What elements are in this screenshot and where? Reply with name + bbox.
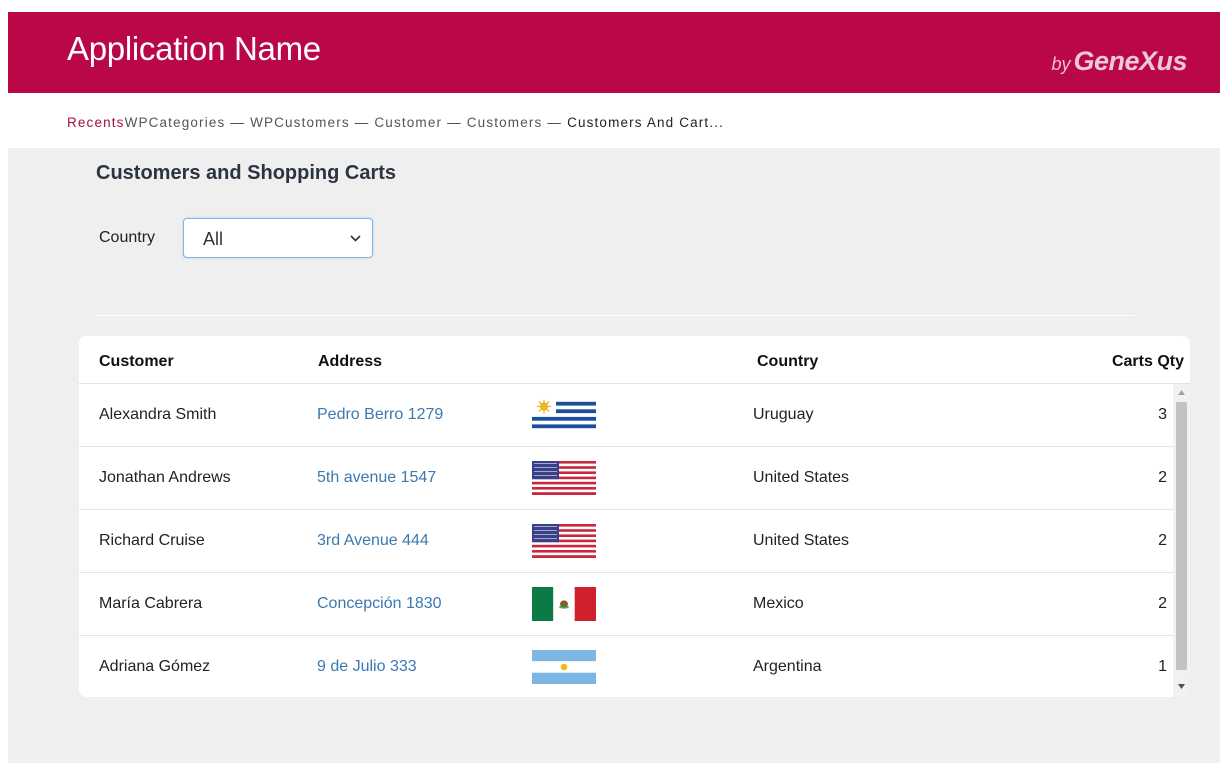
column-header-country[interactable]: Country bbox=[757, 353, 818, 371]
customer-address-link[interactable]: Pedro Berro 1279 bbox=[317, 406, 443, 424]
page-title: Customers and Shopping Carts bbox=[96, 162, 397, 184]
scrollbar-thumb[interactable] bbox=[1176, 402, 1187, 670]
recent-item-customers[interactable]: Customers bbox=[467, 115, 543, 130]
carts-qty: 2 bbox=[1158, 532, 1167, 549]
carts-qty: 3 bbox=[1158, 406, 1167, 423]
breadcrumb-separator: — bbox=[354, 115, 370, 130]
customer-name: Jonathan Andrews bbox=[99, 469, 231, 486]
table-row[interactable]: Adriana Gómez 9 de Julio 333 Argentina 1 bbox=[79, 636, 1173, 697]
brand-by: by bbox=[1051, 54, 1071, 74]
country-select[interactable]: All bbox=[183, 218, 373, 258]
recent-item-customers-and-carts[interactable]: Customers And Cart... bbox=[567, 115, 724, 130]
recents-label: Recents bbox=[67, 115, 125, 130]
breadcrumb-separator: — bbox=[447, 115, 462, 130]
country-filter-label: Country bbox=[99, 229, 156, 246]
customer-country: Argentina bbox=[753, 658, 822, 675]
table-row[interactable]: Alexandra Smith Pedro Berro 1279 Uruguay… bbox=[79, 384, 1173, 447]
carts-qty: 1 bbox=[1158, 658, 1167, 675]
column-header-carts-qty[interactable]: Carts Qty bbox=[1112, 353, 1184, 371]
genexus-logo: by GeneXus bbox=[1051, 46, 1187, 77]
recents-breadcrumb: RecentsWPCategories — WPCustomers — Customer… bbox=[67, 115, 724, 130]
page: Application Name by GeneXus RecentsWPCate… bbox=[8, 12, 1220, 763]
table-row[interactable]: Richard Cruise 3rd Avenue 444 United Sta… bbox=[79, 510, 1173, 573]
grid-header: Customer Address Country Carts Qty bbox=[79, 336, 1190, 384]
breadcrumb-separator: — bbox=[547, 115, 563, 130]
customer-country: Mexico bbox=[753, 595, 804, 612]
customer-name: Richard Cruise bbox=[99, 532, 205, 549]
carts-qty: 2 bbox=[1158, 595, 1167, 612]
mexico-flag-icon bbox=[532, 587, 596, 621]
carts-qty: 2 bbox=[1158, 469, 1167, 486]
grid-rows: Alexandra Smith Pedro Berro 1279 Uruguay… bbox=[79, 384, 1190, 697]
recent-item-wpcustomers[interactable]: WPCustomers bbox=[250, 115, 350, 130]
argentina-flag-icon bbox=[532, 650, 596, 684]
customer-country: Uruguay bbox=[753, 406, 814, 423]
country-select-value: All bbox=[203, 229, 224, 249]
customer-address-link[interactable]: 3rd Avenue 444 bbox=[317, 532, 429, 550]
table-row[interactable]: María Cabrera Concepción 1830 Mexico 2 bbox=[79, 573, 1173, 636]
usa-flag-icon bbox=[532, 461, 596, 495]
customer-address-link[interactable]: Concepción 1830 bbox=[317, 595, 442, 613]
app-name[interactable]: Application Name bbox=[67, 30, 321, 68]
app-header: Application Name by GeneXus bbox=[8, 12, 1220, 93]
customer-name: Alexandra Smith bbox=[99, 406, 217, 423]
breadcrumb-separator: — bbox=[230, 115, 246, 130]
customer-name: Adriana Gómez bbox=[99, 658, 211, 675]
grid-scrollbar[interactable] bbox=[1173, 384, 1190, 697]
customer-address-link[interactable]: 5th avenue 1547 bbox=[317, 469, 436, 487]
brand-name: GeneXus bbox=[1073, 46, 1187, 76]
customer-name: María Cabrera bbox=[99, 595, 203, 612]
customer-country: United States bbox=[753, 469, 850, 486]
customer-address-link[interactable]: 9 de Julio 333 bbox=[317, 658, 417, 676]
recent-item-customer[interactable]: Customer bbox=[374, 115, 442, 130]
column-header-customer[interactable]: Customer bbox=[99, 353, 174, 371]
recent-item-wpcategories[interactable]: WPCategories bbox=[125, 115, 226, 130]
recents-bar: RecentsWPCategories — WPCustomers — Customer… bbox=[8, 93, 1220, 148]
table-row[interactable]: Jonathan Andrews 5th avenue 1547 United … bbox=[79, 447, 1173, 510]
section-divider bbox=[96, 315, 1135, 316]
usa-flag-icon bbox=[532, 524, 596, 558]
uruguay-flag-icon bbox=[532, 398, 596, 432]
column-header-address[interactable]: Address bbox=[318, 353, 382, 371]
chevron-down-icon bbox=[350, 235, 361, 242]
customers-grid: Customer Address Country Carts Qty Alexa… bbox=[79, 336, 1190, 697]
scroll-down-arrow-icon[interactable] bbox=[1178, 684, 1185, 689]
customer-country: United States bbox=[753, 532, 850, 549]
scroll-up-arrow-icon[interactable] bbox=[1178, 390, 1185, 395]
